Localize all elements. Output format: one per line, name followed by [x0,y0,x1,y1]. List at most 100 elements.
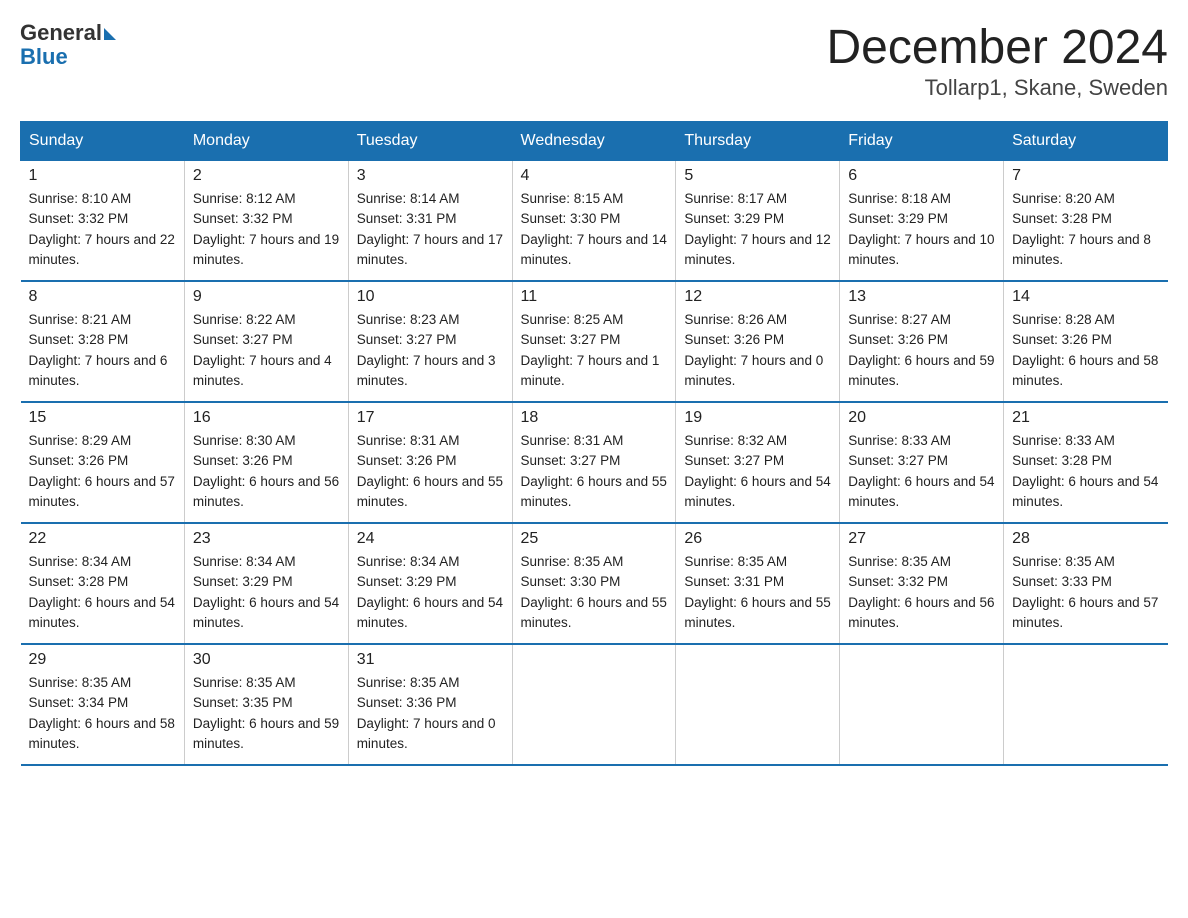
calendar-day-cell: 13 Sunrise: 8:27 AMSunset: 3:26 PMDaylig… [840,281,1004,402]
day-info: Sunrise: 8:18 AMSunset: 3:29 PMDaylight:… [848,191,994,267]
day-info: Sunrise: 8:32 AMSunset: 3:27 PMDaylight:… [684,433,830,509]
day-info: Sunrise: 8:30 AMSunset: 3:26 PMDaylight:… [193,433,339,509]
day-of-week-header: Sunday [21,122,185,161]
day-number: 22 [29,530,176,548]
calendar-day-cell: 16 Sunrise: 8:30 AMSunset: 3:26 PMDaylig… [184,402,348,523]
day-number: 3 [357,167,504,185]
day-number: 27 [848,530,995,548]
calendar-day-cell: 7 Sunrise: 8:20 AMSunset: 3:28 PMDayligh… [1004,161,1168,282]
day-number: 23 [193,530,340,548]
page-header: General Blue December 2024 Tollarp1, Ska… [20,20,1168,101]
day-number: 11 [521,288,668,306]
day-info: Sunrise: 8:28 AMSunset: 3:26 PMDaylight:… [1012,312,1158,388]
day-info: Sunrise: 8:14 AMSunset: 3:31 PMDaylight:… [357,191,503,267]
day-number: 19 [684,409,831,427]
title-section: December 2024 Tollarp1, Skane, Sweden [826,20,1168,101]
day-info: Sunrise: 8:34 AMSunset: 3:29 PMDaylight:… [357,554,503,630]
calendar-day-cell [1004,644,1168,765]
day-info: Sunrise: 8:35 AMSunset: 3:36 PMDaylight:… [357,675,496,751]
day-of-week-header: Tuesday [348,122,512,161]
day-number: 21 [1012,409,1159,427]
calendar-day-cell [512,644,676,765]
day-info: Sunrise: 8:35 AMSunset: 3:34 PMDaylight:… [29,675,175,751]
calendar-day-cell: 31 Sunrise: 8:35 AMSunset: 3:36 PMDaylig… [348,644,512,765]
day-number: 28 [1012,530,1159,548]
day-number: 9 [193,288,340,306]
calendar-day-cell: 28 Sunrise: 8:35 AMSunset: 3:33 PMDaylig… [1004,523,1168,644]
day-number: 25 [521,530,668,548]
day-info: Sunrise: 8:33 AMSunset: 3:28 PMDaylight:… [1012,433,1158,509]
logo-general-text: General [20,20,102,46]
day-number: 17 [357,409,504,427]
calendar-day-cell: 15 Sunrise: 8:29 AMSunset: 3:26 PMDaylig… [21,402,185,523]
calendar-day-cell: 6 Sunrise: 8:18 AMSunset: 3:29 PMDayligh… [840,161,1004,282]
day-info: Sunrise: 8:35 AMSunset: 3:32 PMDaylight:… [848,554,994,630]
day-number: 14 [1012,288,1159,306]
day-number: 2 [193,167,340,185]
calendar-day-cell [840,644,1004,765]
calendar-day-cell: 27 Sunrise: 8:35 AMSunset: 3:32 PMDaylig… [840,523,1004,644]
day-info: Sunrise: 8:27 AMSunset: 3:26 PMDaylight:… [848,312,994,388]
day-info: Sunrise: 8:34 AMSunset: 3:28 PMDaylight:… [29,554,175,630]
calendar-table: SundayMondayTuesdayWednesdayThursdayFrid… [20,121,1168,766]
calendar-day-cell: 5 Sunrise: 8:17 AMSunset: 3:29 PMDayligh… [676,161,840,282]
day-of-week-header: Friday [840,122,1004,161]
day-number: 4 [521,167,668,185]
day-number: 6 [848,167,995,185]
day-number: 5 [684,167,831,185]
day-number: 13 [848,288,995,306]
calendar-day-cell: 18 Sunrise: 8:31 AMSunset: 3:27 PMDaylig… [512,402,676,523]
day-info: Sunrise: 8:20 AMSunset: 3:28 PMDaylight:… [1012,191,1151,267]
day-info: Sunrise: 8:10 AMSunset: 3:32 PMDaylight:… [29,191,175,267]
calendar-day-cell: 9 Sunrise: 8:22 AMSunset: 3:27 PMDayligh… [184,281,348,402]
calendar-day-cell: 25 Sunrise: 8:35 AMSunset: 3:30 PMDaylig… [512,523,676,644]
day-info: Sunrise: 8:21 AMSunset: 3:28 PMDaylight:… [29,312,168,388]
day-number: 8 [29,288,176,306]
calendar-day-cell: 10 Sunrise: 8:23 AMSunset: 3:27 PMDaylig… [348,281,512,402]
day-info: Sunrise: 8:35 AMSunset: 3:35 PMDaylight:… [193,675,339,751]
day-info: Sunrise: 8:23 AMSunset: 3:27 PMDaylight:… [357,312,496,388]
day-number: 26 [684,530,831,548]
logo-arrow-icon [104,28,116,40]
calendar-day-cell: 4 Sunrise: 8:15 AMSunset: 3:30 PMDayligh… [512,161,676,282]
calendar-day-cell [676,644,840,765]
calendar-day-cell: 12 Sunrise: 8:26 AMSunset: 3:26 PMDaylig… [676,281,840,402]
calendar-day-cell: 19 Sunrise: 8:32 AMSunset: 3:27 PMDaylig… [676,402,840,523]
day-number: 16 [193,409,340,427]
calendar-day-cell: 17 Sunrise: 8:31 AMSunset: 3:26 PMDaylig… [348,402,512,523]
day-number: 31 [357,651,504,669]
calendar-day-cell: 29 Sunrise: 8:35 AMSunset: 3:34 PMDaylig… [21,644,185,765]
day-info: Sunrise: 8:25 AMSunset: 3:27 PMDaylight:… [521,312,660,388]
day-info: Sunrise: 8:22 AMSunset: 3:27 PMDaylight:… [193,312,332,388]
calendar-week-row: 15 Sunrise: 8:29 AMSunset: 3:26 PMDaylig… [21,402,1168,523]
day-info: Sunrise: 8:15 AMSunset: 3:30 PMDaylight:… [521,191,667,267]
calendar-day-cell: 14 Sunrise: 8:28 AMSunset: 3:26 PMDaylig… [1004,281,1168,402]
logo: General Blue [20,20,116,70]
day-number: 29 [29,651,176,669]
calendar-day-cell: 20 Sunrise: 8:33 AMSunset: 3:27 PMDaylig… [840,402,1004,523]
day-info: Sunrise: 8:12 AMSunset: 3:32 PMDaylight:… [193,191,339,267]
day-number: 24 [357,530,504,548]
day-info: Sunrise: 8:35 AMSunset: 3:31 PMDaylight:… [684,554,830,630]
calendar-day-cell: 22 Sunrise: 8:34 AMSunset: 3:28 PMDaylig… [21,523,185,644]
calendar-week-row: 29 Sunrise: 8:35 AMSunset: 3:34 PMDaylig… [21,644,1168,765]
day-number: 18 [521,409,668,427]
calendar-day-cell: 1 Sunrise: 8:10 AMSunset: 3:32 PMDayligh… [21,161,185,282]
day-number: 12 [684,288,831,306]
calendar-week-row: 1 Sunrise: 8:10 AMSunset: 3:32 PMDayligh… [21,161,1168,282]
day-number: 20 [848,409,995,427]
day-info: Sunrise: 8:33 AMSunset: 3:27 PMDaylight:… [848,433,994,509]
day-number: 7 [1012,167,1159,185]
logo-blue-text: Blue [20,44,68,70]
day-number: 10 [357,288,504,306]
day-info: Sunrise: 8:35 AMSunset: 3:30 PMDaylight:… [521,554,667,630]
day-info: Sunrise: 8:35 AMSunset: 3:33 PMDaylight:… [1012,554,1158,630]
day-number: 30 [193,651,340,669]
calendar-day-cell: 3 Sunrise: 8:14 AMSunset: 3:31 PMDayligh… [348,161,512,282]
calendar-week-row: 22 Sunrise: 8:34 AMSunset: 3:28 PMDaylig… [21,523,1168,644]
day-info: Sunrise: 8:34 AMSunset: 3:29 PMDaylight:… [193,554,339,630]
day-number: 1 [29,167,176,185]
day-info: Sunrise: 8:17 AMSunset: 3:29 PMDaylight:… [684,191,830,267]
calendar-day-cell: 21 Sunrise: 8:33 AMSunset: 3:28 PMDaylig… [1004,402,1168,523]
day-of-week-header: Wednesday [512,122,676,161]
